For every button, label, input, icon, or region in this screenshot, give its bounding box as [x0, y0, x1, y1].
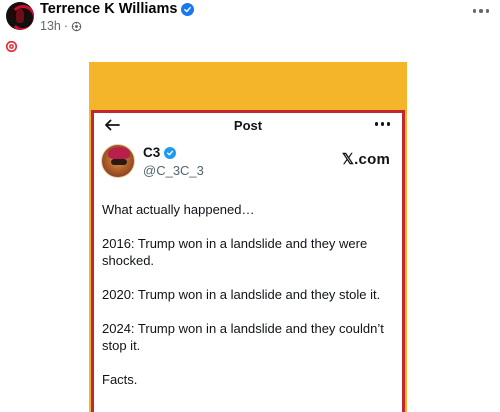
verified-badge-icon: [181, 2, 195, 16]
meta-separator: ·: [63, 19, 69, 33]
tweet-more-icon: [374, 122, 390, 126]
audience-globe-icon[interactable]: [71, 21, 82, 32]
x-brand-label: 𝕏.com: [341, 151, 390, 168]
tweet-author-avatar: [101, 144, 135, 178]
post-timestamp[interactable]: 13h: [40, 19, 61, 33]
tweet-verified-icon: [164, 146, 177, 159]
tweet-paragraph: What actually happened…: [102, 202, 255, 217]
tweet-paragraph: 2020: Trump won in a landslide and they …: [102, 287, 381, 302]
tweet-header-title: Post: [233, 118, 263, 133]
tweet-display-name: C3: [143, 145, 161, 160]
post-image[interactable]: Post C3 @C_3C_3 𝕏.com What actually happ…: [89, 62, 407, 412]
author-name-row: Terrence K Williams: [40, 1, 195, 17]
author-avatar[interactable]: [6, 2, 34, 30]
tweet-paragraph: 2024: Trump won in a landslide and they …: [102, 321, 384, 353]
tweet-handle: @C_3C_3: [143, 163, 204, 178]
target-emoji-icon: [5, 40, 18, 53]
tweet-card: Post C3 @C_3C_3 𝕏.com What actually happ…: [91, 110, 405, 412]
tweet-author-row: C3: [143, 145, 177, 160]
author-name[interactable]: Terrence K Williams: [40, 1, 177, 17]
tweet-paragraph: Facts.: [102, 372, 138, 387]
tweet-paragraph: 2016: Trump won in a landslide and they …: [102, 236, 368, 268]
tweet-topbar: Post: [94, 113, 402, 135]
post-header: Terrence K Williams 13h ·: [0, 0, 500, 62]
tweet-body: What actually happened… 2016: Trump won …: [102, 201, 392, 405]
ellipsis-icon[interactable]: [470, 4, 492, 18]
post-meta: 13h ·: [40, 19, 82, 33]
